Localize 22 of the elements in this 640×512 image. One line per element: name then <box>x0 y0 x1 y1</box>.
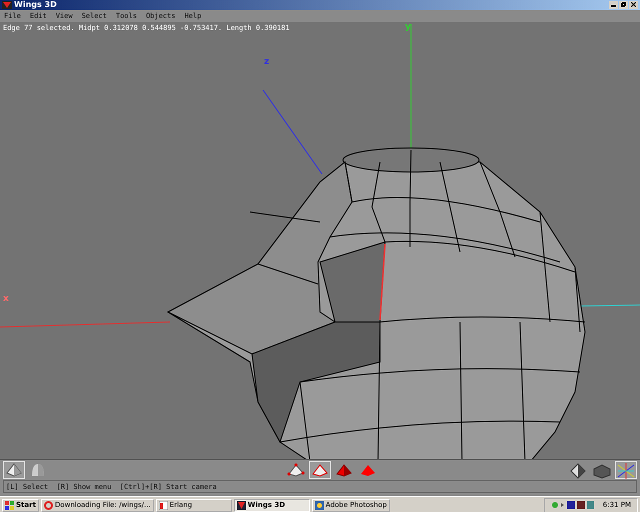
axis-label: y <box>405 22 411 32</box>
windows-logo-icon <box>5 500 14 510</box>
axis-label: x <box>3 294 9 304</box>
close-button[interactable] <box>629 0 638 9</box>
restore-icon <box>621 2 626 8</box>
app-icon <box>2 0 12 9</box>
toolbar-button[interactable] <box>309 461 331 480</box>
ring-icon <box>44 500 53 510</box>
app-icon <box>236 500 246 510</box>
minimize-icon <box>611 2 616 8</box>
document-icon <box>158 500 168 510</box>
restore-button[interactable] <box>619 0 628 9</box>
tray-icons-drawing <box>550 500 595 510</box>
toolbar-button[interactable] <box>285 461 307 480</box>
wireframe-model-drawing[interactable] <box>166 147 586 460</box>
window-title: Wings 3D <box>14 0 58 10</box>
axis-line <box>580 304 640 306</box>
close-icon <box>631 2 636 8</box>
axes-icon <box>616 461 636 480</box>
toolbar-button[interactable] <box>615 461 637 480</box>
axis-label: z <box>264 56 270 67</box>
minimize-button[interactable] <box>609 0 618 9</box>
